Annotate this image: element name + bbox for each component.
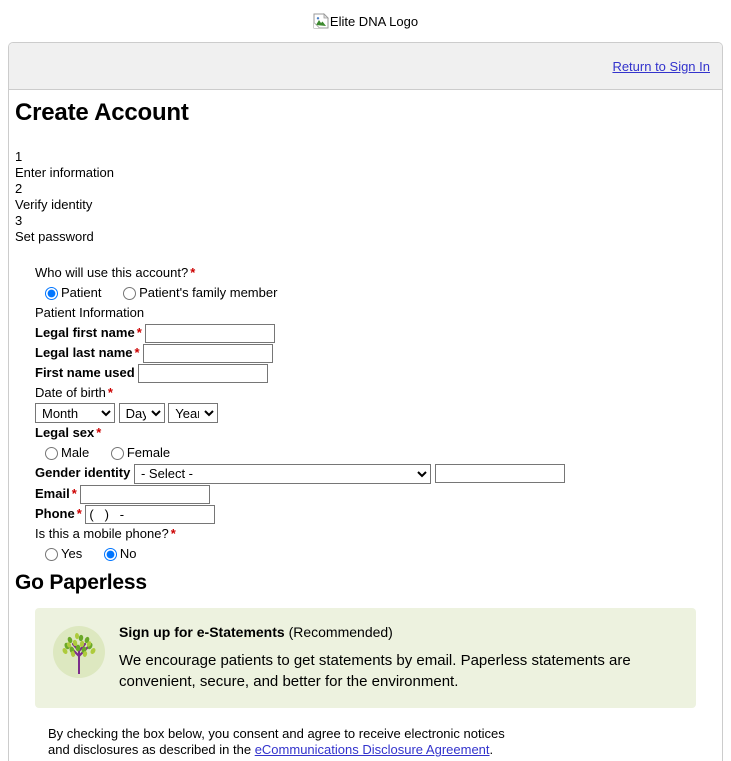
first-name-used-label: First name used bbox=[35, 364, 135, 380]
legal-first-name-row: Legal first name * bbox=[35, 323, 722, 343]
phone-input[interactable] bbox=[85, 505, 216, 525]
phone-label: Phone bbox=[35, 505, 75, 521]
radio-label-mobile-no: No bbox=[119, 546, 137, 562]
dob-month-select[interactable]: Month bbox=[35, 403, 115, 424]
legal-first-name-input[interactable] bbox=[145, 323, 276, 343]
legal-last-name-row: Legal last name * bbox=[35, 343, 722, 363]
gender-identity-other-input[interactable] bbox=[434, 464, 565, 484]
first-name-used-row: First name used bbox=[35, 363, 722, 383]
dob-day-select[interactable]: Day bbox=[118, 403, 165, 424]
logo-alt-text: Elite DNA Logo bbox=[329, 13, 419, 29]
logo-broken-image: Elite DNA Logo bbox=[313, 13, 418, 29]
radio-input-male[interactable] bbox=[45, 447, 58, 461]
email-input[interactable] bbox=[80, 484, 211, 504]
patient-information-section-label: Patient Information bbox=[35, 304, 145, 320]
legal-sex-label-row: Legal sex * bbox=[35, 423, 722, 443]
required-marker-dob: * bbox=[107, 384, 113, 400]
go-paperless-heading: Go Paperless bbox=[15, 571, 147, 595]
date-of-birth-selects-row: Month Day Year bbox=[35, 403, 722, 424]
gender-identity-select[interactable]: - Select - bbox=[133, 463, 431, 484]
paperless-signup-normal: (Recommended) bbox=[288, 624, 393, 641]
mobile-phone-question-row: Is this a mobile phone? * bbox=[35, 524, 722, 544]
first-name-used-input[interactable] bbox=[138, 363, 269, 383]
step-1-number: 1 bbox=[15, 148, 23, 164]
consent-text: By checking the box below, you consent a… bbox=[48, 726, 518, 758]
required-marker-first-name: * bbox=[136, 324, 142, 340]
email-row: Email * bbox=[35, 484, 722, 504]
account-user-radio-group: Patient Patient's family member bbox=[45, 283, 722, 303]
radio-label-family-member: Patient's family member bbox=[139, 284, 278, 300]
radio-option-patient[interactable]: Patient bbox=[45, 283, 101, 303]
radio-label-female: Female bbox=[126, 445, 171, 461]
radio-input-family-member[interactable] bbox=[123, 286, 137, 300]
required-marker-legal-sex: * bbox=[96, 425, 102, 441]
radio-label-male: Male bbox=[61, 445, 90, 461]
create-account-form: Who will use this account? * Patient Pati… bbox=[35, 263, 722, 564]
logo-row: Elite DNA Logo bbox=[0, 0, 731, 42]
paperless-banner-text: Sign up for e-Statements (Recommended) W… bbox=[119, 622, 680, 692]
ecommunications-disclosure-agreement-link[interactable]: eCommunications Disclosure Agreement bbox=[255, 742, 490, 757]
steps-list: 1 Enter information 2 Verify identity 3 … bbox=[15, 149, 722, 245]
panel-header: Return to Sign In bbox=[9, 43, 722, 90]
page-title: Create Account bbox=[15, 99, 189, 126]
radio-option-female[interactable]: Female bbox=[110, 443, 171, 463]
gender-identity-row: Gender identity - Select - bbox=[35, 463, 722, 484]
radio-option-mobile-no[interactable]: No bbox=[103, 544, 137, 564]
mobile-phone-question-label: Is this a mobile phone? bbox=[35, 526, 169, 542]
legal-sex-label: Legal sex bbox=[35, 425, 95, 441]
panel-body: Create Account 1 Enter information 2 Ver… bbox=[9, 99, 722, 761]
radio-input-patient[interactable] bbox=[45, 286, 58, 300]
radio-input-female[interactable] bbox=[110, 447, 124, 461]
paperless-body-text: We encourage patients to get statements … bbox=[119, 652, 631, 691]
step-3-label: Set password bbox=[15, 228, 94, 244]
step-2-number: 2 bbox=[15, 180, 23, 196]
create-account-page: Elite DNA Logo Return to Sign In Create … bbox=[0, 0, 731, 761]
paperless-signup-bold: Sign up for e-Statements bbox=[119, 624, 285, 641]
required-marker-mobile: * bbox=[170, 526, 176, 542]
radio-label-mobile-yes: Yes bbox=[61, 546, 83, 562]
account-user-question-row: Who will use this account? * bbox=[35, 263, 722, 283]
tree-icon bbox=[51, 624, 107, 683]
radio-label-patient: Patient bbox=[61, 284, 102, 300]
legal-last-name-input[interactable] bbox=[143, 343, 274, 363]
step-3-number: 3 bbox=[15, 212, 23, 228]
content-panel: Return to Sign In Create Account 1 Enter… bbox=[8, 42, 723, 761]
radio-option-family-member[interactable]: Patient's family member bbox=[123, 283, 277, 303]
legal-sex-radio-group: Male Female bbox=[45, 443, 722, 463]
radio-input-mobile-yes[interactable] bbox=[45, 548, 58, 562]
return-to-sign-in-link[interactable]: Return to Sign In bbox=[612, 59, 710, 74]
date-of-birth-label: Date of birth bbox=[35, 384, 106, 400]
broken-image-icon bbox=[313, 13, 329, 29]
legal-first-name-label: Legal first name bbox=[35, 324, 135, 340]
mobile-phone-radio-group: Yes No bbox=[45, 544, 722, 564]
date-of-birth-label-row: Date of birth * bbox=[35, 383, 722, 403]
dob-year-select[interactable]: Year bbox=[168, 403, 219, 424]
radio-option-mobile-yes[interactable]: Yes bbox=[45, 544, 82, 564]
account-user-question-label: Who will use this account? bbox=[35, 264, 189, 280]
consent-text-part2: . bbox=[489, 742, 494, 758]
required-marker: * bbox=[190, 264, 196, 280]
required-marker-phone: * bbox=[76, 505, 82, 521]
required-marker-email: * bbox=[71, 485, 77, 501]
step-1-label: Enter information bbox=[15, 164, 114, 180]
legal-last-name-label: Legal last name bbox=[35, 344, 133, 360]
email-label: Email bbox=[35, 485, 70, 501]
gender-identity-label: Gender identity bbox=[35, 465, 131, 481]
paperless-banner: Sign up for e-Statements (Recommended) W… bbox=[35, 608, 696, 709]
paperless-signup-line: Sign up for e-Statements (Recommended) bbox=[119, 622, 680, 642]
radio-option-male[interactable]: Male bbox=[45, 443, 89, 463]
phone-row: Phone * bbox=[35, 504, 722, 525]
required-marker-last-name: * bbox=[134, 344, 140, 360]
radio-input-mobile-no[interactable] bbox=[103, 548, 117, 562]
step-2-label: Verify identity bbox=[15, 196, 93, 212]
